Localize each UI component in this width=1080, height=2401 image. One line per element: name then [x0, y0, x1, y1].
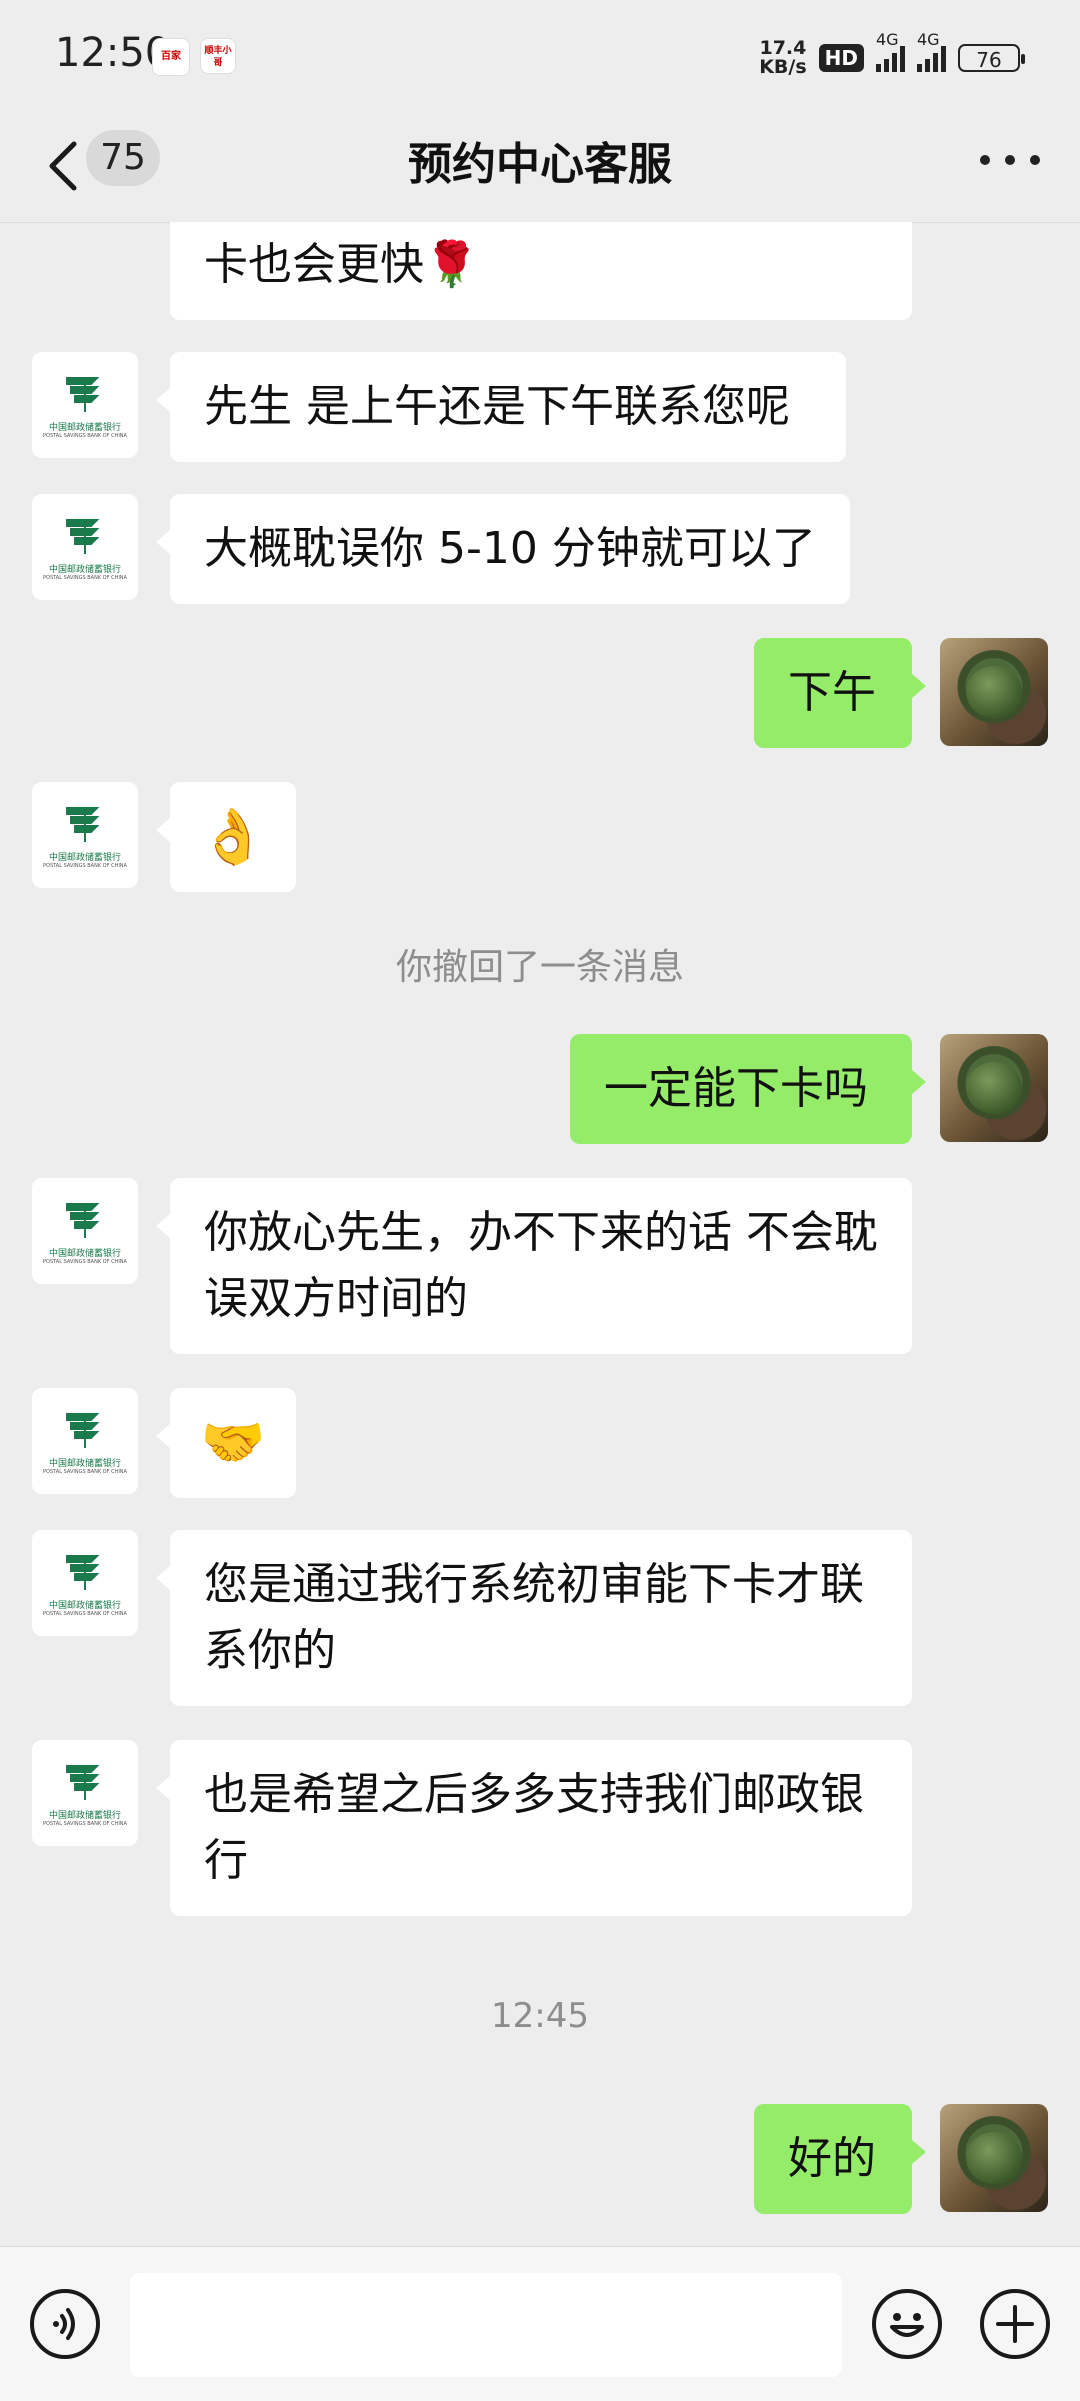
more-options-icon[interactable]	[980, 150, 1040, 170]
contact-avatar[interactable]: 中国邮政储蓄银行 POSTAL SAVINGS BANK OF CHINA	[32, 1740, 138, 1846]
contact-avatar[interactable]: 中国邮政储蓄银行 POSTAL SAVINGS BANK OF CHINA	[32, 1178, 138, 1284]
status-indicators: 17.4 KB/s HD 4G 4G 76	[759, 30, 1025, 78]
chat-header: 75 预约中心客服	[0, 110, 1080, 223]
handshake-emoji: 🤝	[200, 1413, 266, 1473]
incoming-message-bubble[interactable]: 您是通过我行系统初审能下卡才联系你的	[156, 1530, 912, 1706]
message-text: 先生 是上午还是下午联系您呢	[204, 381, 790, 432]
message-text: 也是希望之后多多支持我们邮政银行	[204, 1769, 864, 1886]
battery-icon: 76	[958, 44, 1025, 72]
chat-title: 预约中心客服	[408, 139, 672, 190]
contact-avatar[interactable]: 中国邮政储蓄银行 POSTAL SAVINGS BANK OF CHINA	[32, 352, 138, 458]
notification-app-icon: 百家	[152, 38, 190, 76]
system-notice: 你撤回了一条消息	[395, 947, 684, 988]
voice-input-button[interactable]	[30, 2289, 100, 2359]
ok-hand-emoji: 👌	[199, 805, 267, 868]
postal-bank-logo-icon	[66, 376, 100, 412]
timestamp: 12:45	[491, 1996, 589, 2036]
incoming-message-bubble[interactable]: 你放心先生，办不下来的话 不会耽误双方时间的	[156, 1178, 912, 1354]
incoming-message-bubble[interactable]: 先生 是上午还是下午联系您呢	[156, 352, 846, 462]
hd-badge: HD	[818, 44, 864, 72]
postal-bank-logo-icon	[66, 1554, 100, 1590]
more-actions-button[interactable]	[980, 2289, 1050, 2359]
postal-bank-logo-icon	[66, 1412, 100, 1448]
signal-icon: 4G	[917, 30, 946, 72]
message-text: 大概耽误你 5-10 分钟就可以了	[204, 523, 816, 574]
outgoing-message-bubble[interactable]: 好的	[754, 2104, 926, 2214]
message-input-bar	[0, 2246, 1080, 2401]
postal-bank-logo-icon	[66, 806, 100, 842]
incoming-message-bubble[interactable]: 也是希望之后多多支持我们邮政银行	[156, 1740, 912, 1916]
emoji-button[interactable]	[872, 2289, 942, 2359]
outgoing-message-bubble[interactable]: 下午	[754, 638, 926, 748]
postal-bank-logo-icon	[66, 1764, 100, 1800]
status-bar: 12:50 百家 顺丰小哥 17.4 KB/s HD 4G 4G 76	[0, 0, 1080, 110]
notification-app-icon: 顺丰小哥	[200, 38, 236, 74]
plus-icon	[996, 2305, 1034, 2343]
contact-avatar[interactable]: 中国邮政储蓄银行 POSTAL SAVINGS BANK OF CHINA	[32, 494, 138, 600]
message-text: 你放心先生，办不下来的话 不会耽误双方时间的	[204, 1207, 878, 1324]
outgoing-message-bubble[interactable]: 一定能下卡吗	[570, 1034, 926, 1144]
incoming-message-bubble[interactable]: 大概耽误你 5-10 分钟就可以了	[156, 494, 850, 604]
contact-avatar[interactable]: 中国邮政储蓄银行 POSTAL SAVINGS BANK OF CHINA	[32, 1530, 138, 1636]
emoji-icon	[890, 2313, 924, 2337]
message-text: 卡也会更快🌹	[204, 239, 479, 290]
postal-bank-logo-icon	[66, 1202, 100, 1238]
contact-avatar[interactable]: 中国邮政储蓄银行 POSTAL SAVINGS BANK OF CHINA	[32, 1388, 138, 1494]
network-speed: 17.4 KB/s	[759, 37, 807, 78]
user-avatar[interactable]	[940, 638, 1048, 746]
signal-icon: 4G	[876, 30, 905, 72]
contact-avatar[interactable]: 中国邮政储蓄银行 POSTAL SAVINGS BANK OF CHINA	[32, 782, 138, 888]
user-avatar[interactable]	[940, 1034, 1048, 1142]
incoming-message-bubble[interactable]: 卡也会更快🌹	[170, 222, 912, 320]
voice-icon	[53, 2308, 75, 2340]
incoming-message-bubble[interactable]: 🤝	[156, 1388, 296, 1498]
message-text: 下午	[788, 667, 876, 718]
user-avatar[interactable]	[940, 2104, 1048, 2212]
message-text: 好的	[788, 2133, 876, 2184]
message-text: 您是通过我行系统初审能下卡才联系你的	[204, 1559, 864, 1676]
postal-bank-logo-icon	[66, 518, 100, 554]
incoming-message-bubble[interactable]: 👌	[156, 782, 296, 892]
message-text-field[interactable]	[130, 2273, 842, 2377]
message-text: 一定能下卡吗	[604, 1063, 868, 1114]
